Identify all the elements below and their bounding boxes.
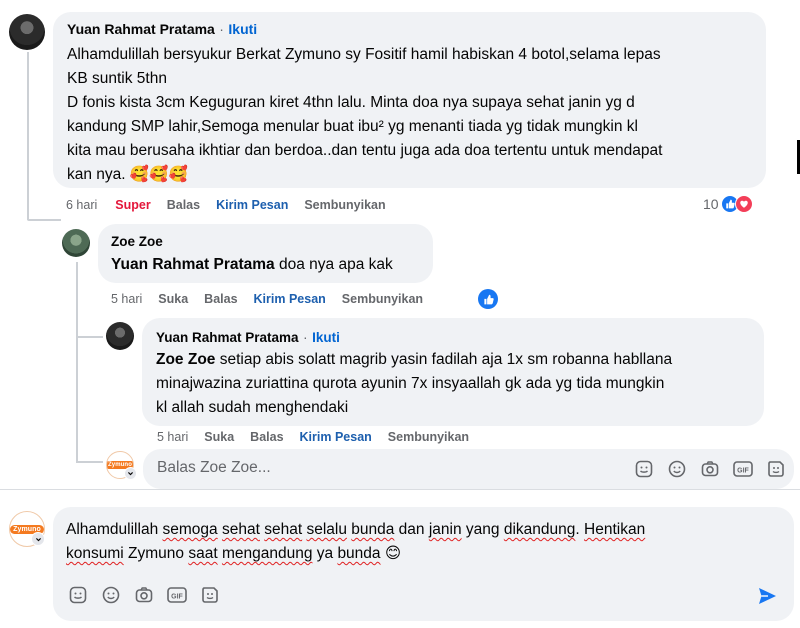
- hide-button[interactable]: Sembunyikan: [304, 198, 385, 212]
- comment-line: kan nya. 🥰🥰🥰: [67, 166, 188, 183]
- chevron-down-icon[interactable]: [124, 467, 137, 480]
- reply-button[interactable]: Balas: [204, 292, 237, 306]
- avatar[interactable]: [9, 14, 45, 50]
- love-icon: [734, 195, 753, 213]
- avatar[interactable]: [62, 229, 90, 257]
- reply-button[interactable]: Balas: [167, 198, 200, 212]
- gif-icon[interactable]: GIF: [165, 583, 189, 607]
- emoji-icon[interactable]: [99, 583, 123, 607]
- thread-connector: [76, 461, 103, 463]
- comment-text: Yuan Rahmat Pratama doa nya apa kak: [111, 253, 393, 277]
- gif-label: GIF: [171, 594, 183, 601]
- comment-bubble: Yuan Rahmat Pratama · Ikuti Alhamdulilla…: [53, 12, 766, 188]
- misspelled-word: sehat: [264, 521, 303, 538]
- composer-line: konsumi Zymuno saat mengandung ya bunda …: [66, 542, 645, 566]
- misspelled-word: saat: [188, 545, 218, 562]
- thread-line: [76, 262, 78, 462]
- comment-line: kl allah sudah menghendaki: [156, 399, 349, 416]
- gif-icon[interactable]: GIF: [731, 457, 755, 481]
- comment-actions: 5 hari Suka Balas Kirim Pesan Sembunyika…: [111, 292, 439, 306]
- hide-button[interactable]: Sembunyikan: [342, 292, 423, 306]
- misspelled-word: konsumi: [66, 545, 124, 562]
- reply-button[interactable]: Balas: [250, 430, 283, 444]
- separator-dot: ·: [219, 21, 224, 37]
- avatar-sticker-icon[interactable]: [764, 457, 788, 481]
- reply-input[interactable]: Balas Zoe Zoe... GIF: [143, 449, 794, 489]
- misspelled-word: dikandung: [503, 521, 576, 538]
- composer-text[interactable]: Alhamdulillah semoga sehat sehat selalu …: [66, 518, 645, 566]
- chevron-down-icon[interactable]: [31, 532, 45, 546]
- thread-line: [27, 52, 29, 220]
- comment-line: kandung SMP lahir,Semoga menular buat ib…: [67, 118, 638, 135]
- mention-link[interactable]: Zoe Zoe: [156, 351, 215, 368]
- reaction-summary[interactable]: 10: [703, 195, 753, 213]
- comment-actions: 6 hari Super Balas Kirim Pesan Sembunyik…: [66, 198, 402, 212]
- follow-button[interactable]: Ikuti: [312, 330, 340, 345]
- misspelled-word: janin: [428, 521, 462, 538]
- comment-line: minajwazina zuriattina qurota ayunin 7x …: [156, 375, 665, 392]
- comment-text: Zoe Zoe setiap abis solatt magrib yasin …: [156, 348, 672, 420]
- mention-link[interactable]: Yuan Rahmat Pratama: [111, 256, 275, 273]
- divider: [0, 489, 800, 490]
- comment-line: Zoe Zoe setiap abis solatt magrib yasin …: [156, 348, 672, 372]
- misspelled-word: mengandung: [221, 545, 313, 562]
- misspelled-word: bunda: [351, 521, 395, 538]
- comment-text-body: setiap abis solatt magrib yasin fadilah …: [215, 351, 673, 368]
- reaction-button[interactable]: Super: [115, 198, 150, 212]
- like-button[interactable]: Suka: [204, 430, 234, 444]
- send-message-button[interactable]: Kirim Pesan: [216, 198, 288, 212]
- comment-time[interactable]: 6 hari: [66, 198, 97, 212]
- comment-time[interactable]: 5 hari: [111, 292, 142, 306]
- like-button[interactable]: Suka: [158, 292, 188, 306]
- comment-composer[interactable]: Alhamdulillah semoga sehat sehat selalu …: [53, 507, 794, 621]
- avatar-sticker-icon[interactable]: [198, 583, 222, 607]
- comment-bubble: Yuan Rahmat Pratama · Ikuti Zoe Zoe seti…: [142, 318, 764, 426]
- misspelled-word: bunda: [337, 545, 381, 562]
- comment-time[interactable]: 5 hari: [157, 430, 188, 444]
- misspelled-word: sehat: [221, 521, 260, 538]
- composer-word: 😊: [380, 545, 402, 562]
- comment-author[interactable]: Zoe Zoe: [111, 234, 163, 249]
- comment-line: D fonis kista 3cm Keguguran kiret 4thn l…: [67, 94, 635, 111]
- comment-line: KB suntik 5thn: [67, 70, 167, 87]
- follow-button[interactable]: Ikuti: [228, 21, 257, 37]
- composer-word: yang: [461, 521, 504, 538]
- send-message-button[interactable]: Kirim Pesan: [254, 292, 326, 306]
- misspelled-word: selalu: [306, 521, 347, 538]
- composer-line: Alhamdulillah semoga sehat sehat selalu …: [66, 518, 645, 542]
- comment-author[interactable]: Yuan Rahmat Pratama: [67, 21, 215, 37]
- thread-connector: [76, 336, 103, 338]
- hide-button[interactable]: Sembunyikan: [388, 430, 469, 444]
- reply-placeholder: Balas Zoe Zoe...: [157, 459, 271, 476]
- camera-icon[interactable]: [132, 583, 156, 607]
- comment-author[interactable]: Yuan Rahmat Pratama: [156, 330, 299, 345]
- comment-text-body: doa nya apa kak: [274, 256, 393, 273]
- thread-connector: [27, 219, 61, 221]
- send-icon[interactable]: [756, 585, 778, 607]
- gif-label: GIF: [737, 468, 749, 475]
- emoji-icon[interactable]: [665, 457, 689, 481]
- composer-word: Alhamdulillah: [66, 521, 159, 538]
- like-icon[interactable]: [478, 289, 498, 309]
- composer-word: ya: [312, 545, 338, 562]
- misspelled-word: Hentikan: [584, 521, 646, 538]
- composer-word: Zymuno: [123, 545, 189, 562]
- misspelled-word: semoga: [162, 521, 218, 538]
- send-message-button[interactable]: Kirim Pesan: [300, 430, 372, 444]
- separator-dot: ·: [303, 329, 308, 345]
- composer-word: dan: [394, 521, 429, 538]
- sticker-icon[interactable]: [66, 583, 90, 607]
- sticker-icon[interactable]: [632, 457, 656, 481]
- comment-bubble: Zoe Zoe Yuan Rahmat Pratama doa nya apa …: [98, 224, 433, 283]
- comment-actions: 5 hari Suka Balas Kirim Pesan Sembunyika…: [157, 430, 485, 444]
- composer-word: .: [575, 521, 585, 538]
- avatar[interactable]: [106, 322, 134, 350]
- camera-icon[interactable]: [698, 457, 722, 481]
- comment-text: Alhamdulillah bersyukur Berkat Zymuno sy…: [67, 43, 662, 187]
- comment-line: kita mau berusaha ikhtiar dan berdoa..da…: [67, 142, 663, 159]
- reaction-count: 10: [703, 196, 719, 212]
- comment-line: Alhamdulillah bersyukur Berkat Zymuno sy…: [67, 46, 661, 63]
